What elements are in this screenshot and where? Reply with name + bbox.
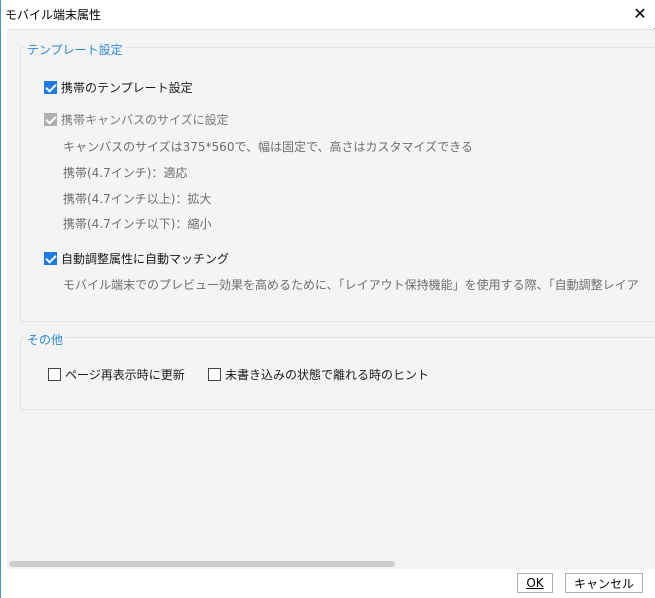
title-bar: モバイル端末属性 ✕ bbox=[1, 0, 655, 28]
template-settings-legend: テンプレート設定 bbox=[25, 41, 125, 58]
refresh-on-reshow-checkbox[interactable] bbox=[48, 368, 61, 381]
dialog-footer: OK キャンセル bbox=[1, 569, 655, 598]
cancel-button[interactable]: キャンセル bbox=[565, 573, 643, 593]
unsaved-hint-label: 未書き込みの状態で離れる時のヒント bbox=[225, 368, 430, 382]
cancel-button-label: キャンセル bbox=[573, 576, 634, 591]
dialog-window: モバイル端末属性 ✕ テンプレート設定 携帯のテンプレート設定 携帯キャンバスの… bbox=[0, 0, 655, 598]
canvas-size-description: キャンバスのサイズは375*560で、幅は固定で、高さはカスタマイズできる bbox=[63, 140, 473, 154]
canvas-size-option: 携帯キャンバスのサイズに設定 bbox=[44, 111, 229, 128]
refresh-on-reshow-option[interactable]: ページ再表示時に更新 bbox=[48, 366, 185, 383]
mobile-template-option[interactable]: 携帯のテンプレート設定 bbox=[44, 79, 193, 96]
refresh-on-reshow-label: ページ再表示時に更新 bbox=[65, 368, 185, 382]
dialog-title: モバイル端末属性 bbox=[5, 8, 102, 22]
unsaved-hint-option[interactable]: 未書き込みの状態で離れる時のヒント bbox=[208, 366, 429, 383]
mobile-template-label: 携帯のテンプレート設定 bbox=[61, 81, 193, 95]
ok-button-label: OK bbox=[526, 576, 544, 590]
close-icon[interactable]: ✕ bbox=[630, 4, 650, 24]
dialog-content: テンプレート設定 携帯のテンプレート設定 携帯キャンバスのサイズに設定 キャンバ… bbox=[7, 29, 655, 569]
canvas-option-enlarge: 携帯(4.7インチ以上)：拡大 bbox=[63, 192, 212, 206]
canvas-size-checkbox bbox=[44, 113, 57, 126]
auto-match-label: 自動調整属性に自動マッチング bbox=[61, 252, 230, 266]
auto-match-option[interactable]: 自動調整属性に自動マッチング bbox=[44, 250, 229, 267]
unsaved-hint-checkbox[interactable] bbox=[208, 368, 221, 381]
canvas-option-fit: 携帯(4.7インチ)：適応 bbox=[63, 166, 188, 180]
auto-match-description: モバイル端末でのプレビュー効果を高めるために、「レイアウト保持機能」を使用する際… bbox=[63, 278, 639, 292]
scrollbar-thumb[interactable] bbox=[9, 561, 395, 567]
auto-match-checkbox[interactable] bbox=[44, 252, 57, 265]
other-settings-legend: その他 bbox=[25, 331, 66, 348]
mobile-template-checkbox[interactable] bbox=[44, 81, 57, 94]
canvas-option-shrink: 携帯(4.7インチ以下)：縮小 bbox=[63, 217, 212, 231]
horizontal-scrollbar[interactable] bbox=[7, 559, 655, 569]
canvas-size-label: 携帯キャンバスのサイズに設定 bbox=[61, 113, 229, 127]
ok-button[interactable]: OK bbox=[517, 573, 553, 593]
